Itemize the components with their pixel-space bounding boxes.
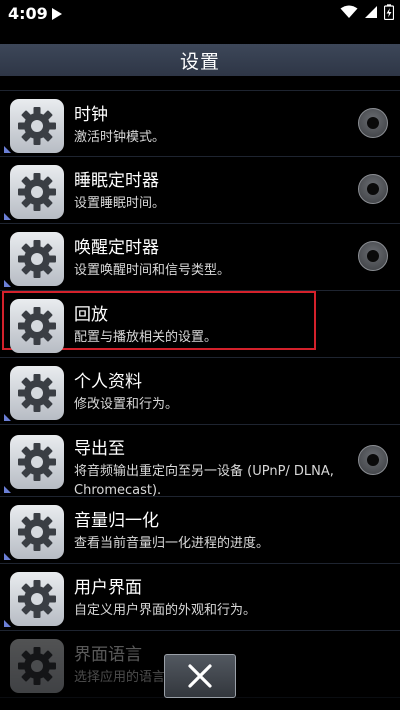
corner-mark xyxy=(4,620,11,627)
radio-dot xyxy=(367,454,379,466)
settings-item-volume-normalization[interactable]: 音量归一化 查看当前音量归一化进程的进度。 xyxy=(0,497,400,564)
item-title: 回放 xyxy=(74,305,108,325)
settings-list: 时钟 激活时钟模式。 睡眠定时器 设置睡眠时间。 唤醒定时器 设置唤醒时间和信号… xyxy=(0,90,400,698)
item-subtitle: 激活时钟模式。 xyxy=(74,130,166,145)
status-bar: 4:09 xyxy=(0,0,400,30)
close-icon xyxy=(188,664,212,688)
corner-mark xyxy=(4,553,11,560)
gear-icon xyxy=(10,572,64,626)
gear-icon xyxy=(10,165,64,219)
page-title: 设置 xyxy=(179,50,220,73)
item-subtitle: 修改设置和行为。 xyxy=(74,397,179,412)
settings-item-playback[interactable]: 回放 配置与播放相关的设置。 xyxy=(0,291,400,358)
radio-dot xyxy=(367,183,379,195)
close-button[interactable] xyxy=(164,654,236,698)
corner-mark xyxy=(4,213,11,220)
wake-timer-radio[interactable] xyxy=(358,241,388,271)
radio-dot xyxy=(367,250,379,262)
gear-icon xyxy=(10,366,64,420)
settings-item-profile[interactable]: 个人资料 修改设置和行为。 xyxy=(0,358,400,425)
radio-dot xyxy=(367,117,379,129)
title-bar: 设置 xyxy=(0,44,400,76)
item-title: 界面语言 xyxy=(74,645,142,665)
settings-item-wake-timer[interactable]: 唤醒定时器 设置唤醒时间和信号类型。 xyxy=(0,224,400,291)
gear-icon xyxy=(10,435,64,489)
item-subtitle: 设置睡眠时间。 xyxy=(74,196,166,211)
status-time: 4:09 xyxy=(8,4,48,23)
screen: 4:09 设置 时钟 激活时钟模式。 睡眠定时器 设置睡眠时间。 唤醒定时器 设… xyxy=(0,0,400,710)
item-subtitle: 选择应用的语言。 xyxy=(74,670,179,685)
corner-mark xyxy=(4,414,11,421)
sleep-timer-radio[interactable] xyxy=(358,174,388,204)
item-subtitle: 配置与播放相关的设置。 xyxy=(74,330,218,345)
item-subtitle: 将音频输出重定向至另一设备 (UPnP/ DLNA, Chromecast). xyxy=(74,464,334,498)
item-subtitle: 查看当前音量归一化进程的进度。 xyxy=(74,536,270,551)
corner-mark xyxy=(4,486,11,493)
corner-mark xyxy=(4,280,11,287)
corner-mark xyxy=(4,146,11,153)
item-title: 导出至 xyxy=(74,439,125,459)
settings-item-sleep-timer[interactable]: 睡眠定时器 设置睡眠时间。 xyxy=(0,157,400,224)
item-title: 个人资料 xyxy=(74,372,142,392)
item-subtitle: 设置唤醒时间和信号类型。 xyxy=(74,263,231,278)
item-title: 唤醒定时器 xyxy=(74,238,159,258)
settings-item-export-to[interactable]: 导出至 将音频输出重定向至另一设备 (UPnP/ DLNA, Chromecas… xyxy=(0,425,400,498)
gear-icon xyxy=(10,639,64,693)
status-icons xyxy=(340,4,394,20)
item-title: 睡眠定时器 xyxy=(74,171,159,191)
battery-charging-icon xyxy=(384,4,394,20)
settings-item-user-interface[interactable]: 用户界面 自定义用户界面的外观和行为。 xyxy=(0,564,400,631)
item-subtitle: 自定义用户界面的外观和行为。 xyxy=(74,603,257,618)
gear-icon xyxy=(10,99,64,153)
gear-icon xyxy=(10,505,64,559)
item-title: 用户界面 xyxy=(74,578,142,598)
clock-radio[interactable] xyxy=(358,108,388,138)
wifi-icon xyxy=(340,5,358,18)
settings-item-clock[interactable]: 时钟 激活时钟模式。 xyxy=(0,90,400,157)
play-icon xyxy=(52,8,62,20)
item-title: 时钟 xyxy=(74,105,108,125)
signal-icon xyxy=(365,6,377,18)
export-to-radio[interactable] xyxy=(358,445,388,475)
gear-icon xyxy=(10,232,64,286)
item-title: 音量归一化 xyxy=(74,511,159,531)
gear-icon xyxy=(10,299,64,353)
